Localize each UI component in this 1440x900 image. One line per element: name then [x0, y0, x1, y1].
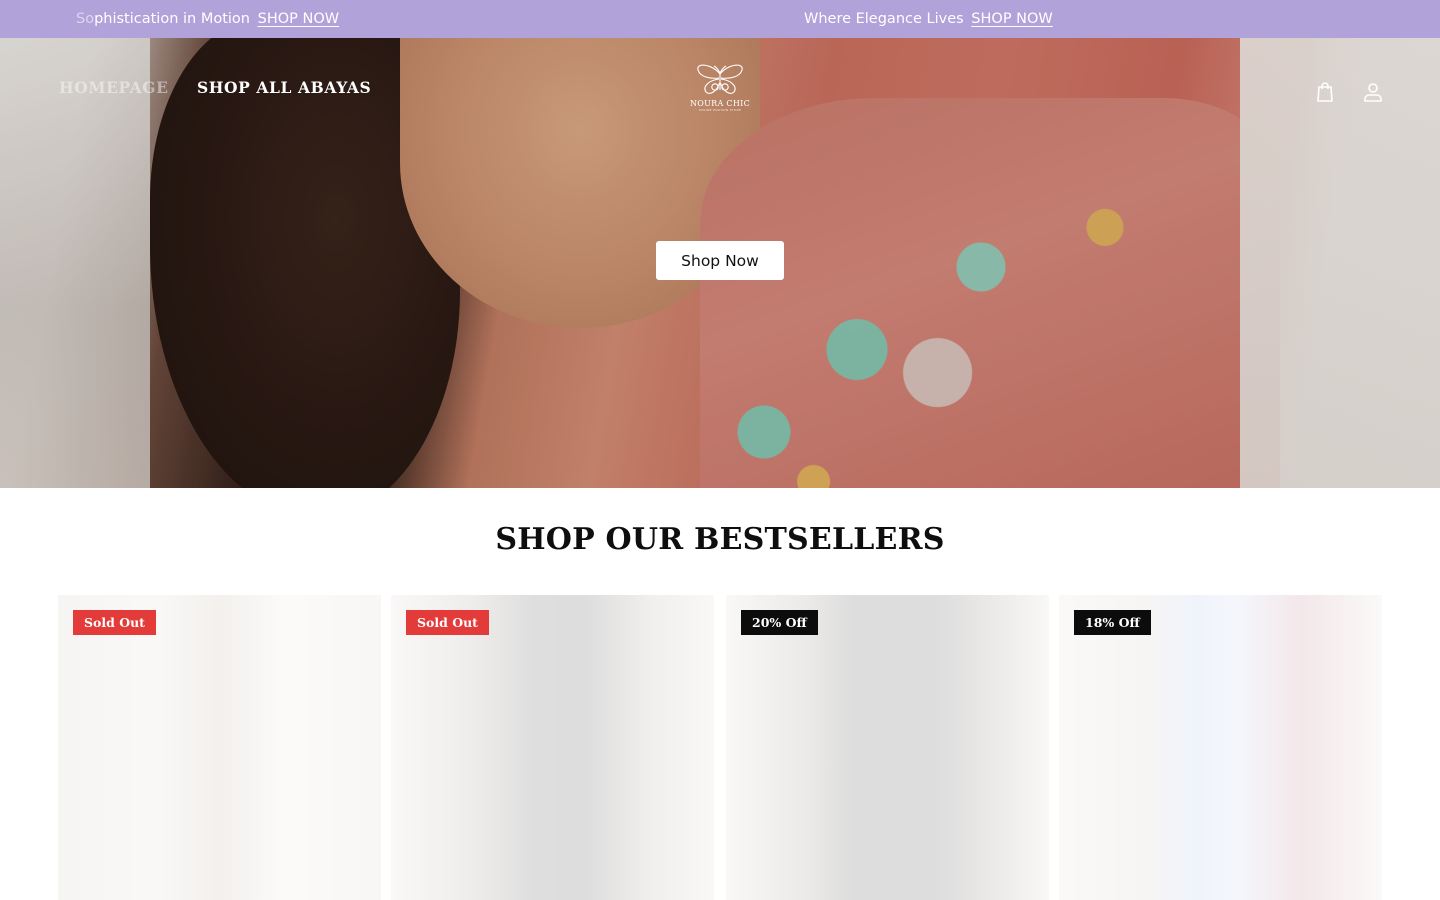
- product-card[interactable]: 20% Off: [726, 595, 1049, 900]
- announcement-item: Sophistication in Motion SHOP NOW: [76, 0, 339, 38]
- sold-out-badge: Sold Out: [406, 610, 489, 635]
- announcement-shop-link[interactable]: SHOP NOW: [258, 11, 339, 27]
- logo-brand-name: NOURA CHIC: [689, 99, 751, 108]
- product-image-overlay: [58, 595, 381, 900]
- announcement-item: Where Elegance Lives SHOP NOW: [804, 0, 1053, 38]
- product-card[interactable]: Sold Out: [58, 595, 381, 900]
- announcement-text: Where Elegance Lives: [804, 11, 964, 27]
- announcement-shop-link[interactable]: SHOP NOW: [971, 11, 1052, 27]
- account-icon[interactable]: [1361, 80, 1385, 104]
- nav-homepage[interactable]: HOMEPAGE: [59, 78, 169, 97]
- announcement-text: phistication in Motion: [94, 11, 250, 27]
- product-image-overlay: [1059, 595, 1382, 900]
- discount-badge: 20% Off: [741, 610, 818, 635]
- section-title-bestsellers: SHOP OUR BESTSELLERS: [495, 522, 945, 557]
- cart-icon[interactable]: [1313, 80, 1337, 104]
- hero-shop-now-button[interactable]: Shop Now: [656, 241, 784, 280]
- butterfly-logo-icon: [697, 64, 743, 94]
- nav-shop-all-abayas[interactable]: SHOP ALL ABAYAS: [197, 78, 371, 97]
- announcement-bar: Sophistication in Motion SHOP NOW Where …: [0, 0, 1440, 38]
- product-image-overlay: [726, 595, 1049, 900]
- announcement-text-faded: So: [76, 11, 95, 27]
- product-card[interactable]: 18% Off: [1059, 595, 1382, 900]
- discount-badge: 18% Off: [1074, 610, 1151, 635]
- product-image-overlay: [391, 595, 714, 900]
- site-logo[interactable]: NOURA CHIC ONLINE FASHION STORE: [688, 64, 752, 118]
- logo-tagline: ONLINE FASHION STORE: [698, 108, 742, 112]
- product-card[interactable]: Sold Out: [391, 595, 714, 900]
- sold-out-badge: Sold Out: [73, 610, 156, 635]
